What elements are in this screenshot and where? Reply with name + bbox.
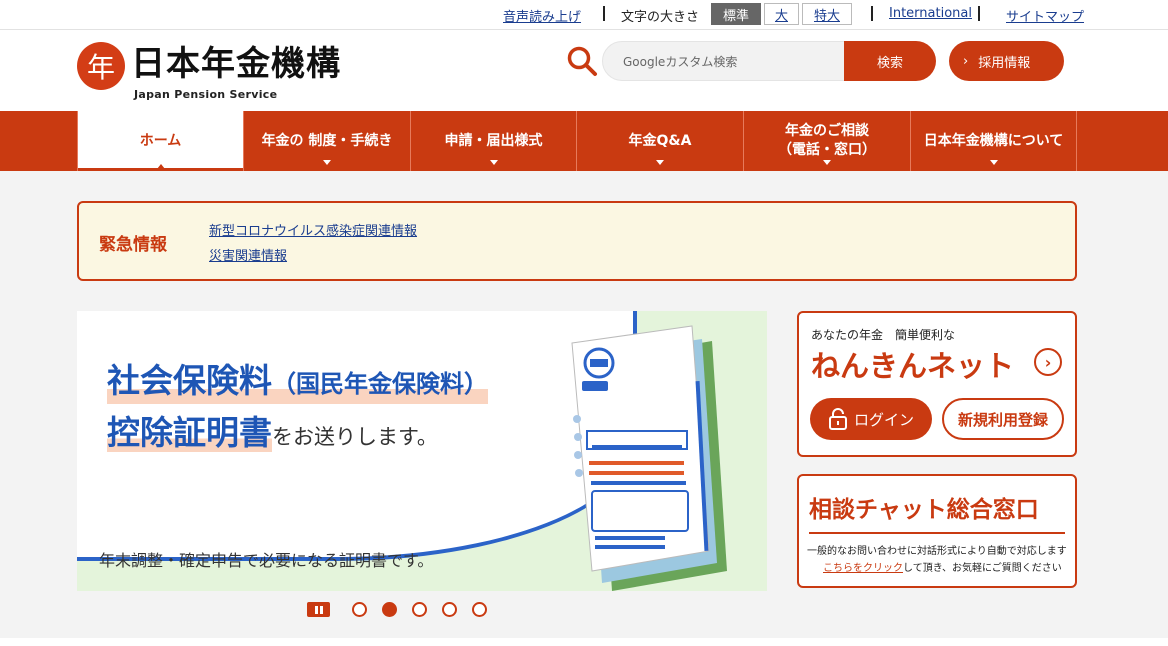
search-button[interactable]: 検索 xyxy=(844,41,936,81)
nenkin-net-title[interactable]: ねんきんネット xyxy=(811,343,1014,385)
nenkin-net-subtitle: あなたの年金 簡単便利な xyxy=(811,328,956,342)
chat-title: 相談チャット総合窓口 xyxy=(809,497,1039,523)
recruit-button[interactable]: › 採用情報 xyxy=(949,41,1064,81)
divider xyxy=(809,532,1065,534)
divider xyxy=(603,6,605,21)
banner-heading-certificate: 控除証明書 xyxy=(107,413,272,452)
pause-icon[interactable] xyxy=(307,602,330,617)
banner-heading-main: 社会保険料 xyxy=(107,361,272,400)
nav-item-consultation[interactable]: 年金のご相談 （電話・窓口） xyxy=(743,111,910,171)
nav-item-qa[interactable]: 年金Q&A xyxy=(576,111,743,171)
slide-pager xyxy=(307,602,502,617)
nav-item-label-line2: （電話・窓口） xyxy=(778,142,876,158)
hero-banner-slide[interactable]: 社会保険料（国民年金保険料） 控除証明書をお送りします。 年末調整・確定申告で必… xyxy=(77,311,767,591)
emergency-info-box: 緊急情報 新型コロナウイルス感染症関連情報 災害関連情報 xyxy=(77,201,1077,281)
emergency-link-covid[interactable]: 新型コロナウイルス感染症関連情報 xyxy=(209,220,417,239)
divider xyxy=(871,6,873,21)
logo-mark-icon[interactable]: 年 xyxy=(77,42,125,90)
certificate-document-icon xyxy=(571,325,727,591)
nav-item-label: 年金の 制度・手続き xyxy=(261,132,393,149)
site-logo-subtitle: Japan Pension Service xyxy=(134,88,278,101)
nav-item-home[interactable]: ホーム xyxy=(77,111,243,171)
login-button[interactable]: ログイン xyxy=(810,398,932,440)
site-header: 年 日本年金機構 Japan Pension Service Googleカスタ… xyxy=(0,31,1168,111)
nav-item-forms[interactable]: 申請・届出様式 xyxy=(410,111,576,171)
site-logo-title[interactable]: 日本年金機構 xyxy=(131,44,341,84)
nav-item-label: ホーム xyxy=(139,132,182,149)
nav-item-label: 申請・届出様式 xyxy=(444,132,543,149)
slide-dot-5[interactable] xyxy=(472,602,487,617)
chat-consultation-panel[interactable]: 相談チャット総合窓口 一般的なお問い合わせに対話形式により自動で対応します こち… xyxy=(797,474,1077,588)
register-button[interactable]: 新規利用登録 xyxy=(942,398,1064,440)
caret-down-icon xyxy=(323,160,331,165)
emergency-link-disaster[interactable]: 災害関連情報 xyxy=(209,245,287,264)
chevron-right-icon: › xyxy=(963,53,969,69)
read-aloud-link[interactable]: 音声読み上げ xyxy=(503,6,581,25)
nav-item-label: 日本年金機構について xyxy=(923,132,1064,149)
sitemap-link[interactable]: サイトマップ xyxy=(1006,6,1084,25)
banner-heading-line1: 社会保険料（国民年金保険料） xyxy=(107,361,488,404)
lock-icon xyxy=(828,408,847,430)
main-content: 緊急情報 新型コロナウイルス感染症関連情報 災害関連情報 社会保険料（国民年金保… xyxy=(0,171,1168,638)
caret-up-icon xyxy=(156,164,165,169)
divider xyxy=(978,6,980,21)
banner-heading-tail: をお送りします。 xyxy=(272,425,438,449)
caret-down-icon xyxy=(489,160,498,165)
nav-item-label: 年金のご相談 xyxy=(785,123,869,139)
emergency-title: 緊急情報 xyxy=(99,235,167,255)
international-link[interactable]: International xyxy=(889,6,972,21)
font-size-standard-button[interactable]: 標準 xyxy=(711,3,761,25)
chat-click-link[interactable]: こちらをクリック xyxy=(823,563,903,574)
chat-description-tail: して頂き、お気軽にご質問ください xyxy=(903,563,1062,574)
font-size-large-button[interactable]: 大 xyxy=(764,3,799,25)
slide-dot-2[interactable] xyxy=(382,602,397,617)
caret-down-icon xyxy=(656,160,664,165)
nenkin-net-panel: あなたの年金 簡単便利な ねんきんネット › ログイン 新規利用登録 xyxy=(797,311,1077,457)
login-button-label: ログイン xyxy=(853,410,914,429)
chat-description-line2: こちらをクリックして頂き、お気軽にご質問ください xyxy=(823,559,1062,574)
nav-item-system[interactable]: 年金の 制度・手続き xyxy=(243,111,410,171)
chat-description: 一般的なお問い合わせに対話形式により自動で対応します xyxy=(807,546,1067,557)
slide-dot-3[interactable] xyxy=(412,602,427,617)
font-size-xlarge-button[interactable]: 特大 xyxy=(802,3,852,25)
utility-bar: 音声読み上げ 文字の大きさ 標準 大 特大 International サイトマ… xyxy=(0,0,1168,30)
caret-down-icon xyxy=(989,160,998,165)
global-nav: ホーム 年金の 制度・手続き 申請・届出様式 年金Q&A 年金のご相談 （電話・… xyxy=(0,111,1168,171)
banner-caption: 年末調整・確定申告で必要になる証明書です。 xyxy=(99,551,434,570)
font-size-label: 文字の大きさ xyxy=(621,10,700,25)
banner-heading-line2: 控除証明書をお送りします。 xyxy=(107,413,438,457)
slide-dot-4[interactable] xyxy=(442,602,457,617)
nav-item-label: 年金Q&A xyxy=(628,132,692,149)
search-icon xyxy=(567,46,597,76)
caret-down-icon xyxy=(823,160,831,165)
recruit-button-label: 採用情報 xyxy=(978,55,1031,71)
slide-dot-1[interactable] xyxy=(352,602,367,617)
search-input[interactable]: Googleカスタム検索 xyxy=(602,41,852,81)
banner-heading-paren: （国民年金保険料） xyxy=(272,370,488,398)
nav-item-about[interactable]: 日本年金機構について xyxy=(910,111,1077,171)
arrow-right-circle-icon[interactable]: › xyxy=(1034,348,1062,376)
